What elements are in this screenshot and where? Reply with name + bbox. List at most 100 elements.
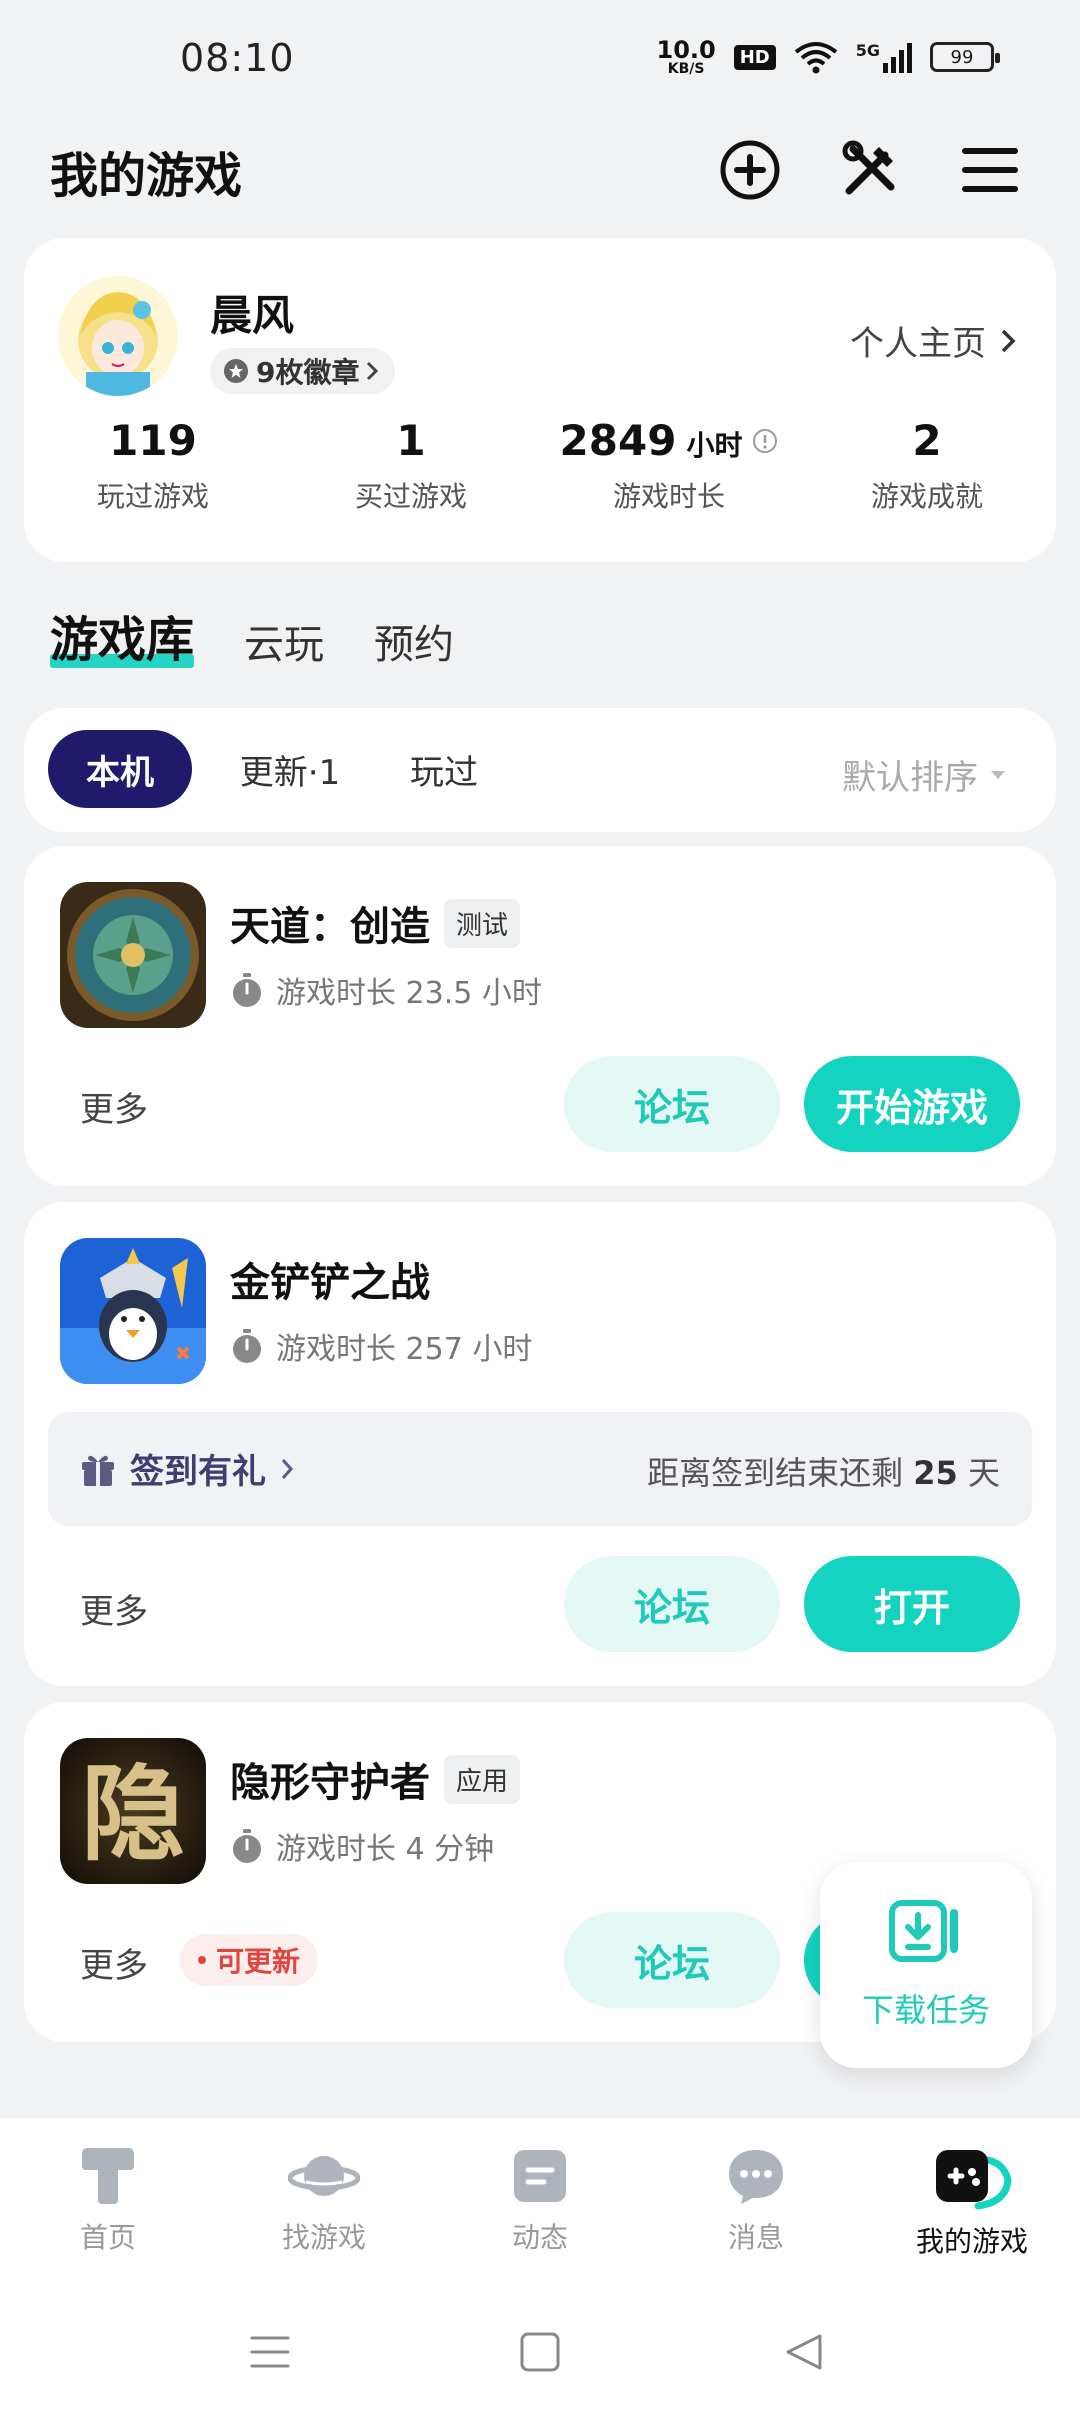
forum-button[interactable]: 论坛 [564, 1556, 780, 1652]
checkin-remain-prefix: 距离签到结束还剩 [647, 1454, 904, 1492]
system-nav-bar [0, 2288, 1080, 2412]
sort-label: 默认排序 [842, 758, 978, 798]
chevron-right-icon [367, 361, 379, 381]
stat-unit: 小时 [686, 429, 743, 462]
stat-played[interactable]: 119 玩过游戏 [24, 416, 282, 515]
net-speed-value: 10.0 [656, 36, 716, 64]
stat-label: 游戏成就 [870, 480, 983, 513]
filter-local[interactable]: 本机 [48, 730, 192, 808]
sort-dropdown[interactable]: 默认排序 [842, 750, 1006, 799]
stat-playtime[interactable]: 2849 小时 游戏时长 [540, 416, 798, 515]
download-tasks-label: 下载任务 [861, 1991, 990, 2029]
stat-label: 游戏时长 [612, 480, 725, 513]
open-game-button[interactable]: 打开 [804, 1556, 1020, 1652]
profile-home-label: 个人主页 [850, 324, 986, 364]
wifi-icon [794, 42, 837, 74]
checkin-remain-days: 25 [913, 1454, 958, 1492]
stat-value: 2 [912, 416, 942, 465]
library-tabs: 游戏库 云玩 预约 [50, 600, 454, 670]
checkin-label: 签到有礼 [130, 1452, 266, 1492]
chat-icon [729, 2150, 783, 2204]
game-icon[interactable]: 隐 [60, 1738, 206, 1884]
checkin-remain-suffix: 天 [967, 1454, 1000, 1492]
signal-icon: 5G [856, 41, 912, 73]
more-button[interactable]: 更多 [80, 1082, 148, 1131]
badges-button[interactable]: 9枚徽章 [210, 348, 396, 394]
stat-achievements[interactable]: 2 游戏成就 [798, 416, 1056, 515]
stat-value: 2849 [559, 416, 677, 465]
menu-button[interactable] [950, 130, 1030, 210]
profile-home-link[interactable]: 个人主页 [850, 316, 1016, 365]
status-icons: 10.0 KB/S HD 5G 99 [656, 36, 1000, 77]
planet-icon [288, 2156, 360, 2196]
game-icon-image: 隐 [60, 1738, 206, 1884]
nav-discover[interactable]: 找游戏 [216, 2118, 432, 2288]
home-icon [82, 2148, 134, 2204]
caret-down-icon [991, 770, 1005, 779]
username: 晨风 [210, 291, 295, 340]
tab-library[interactable]: 游戏库 [50, 600, 195, 670]
battery-level: 99 [950, 46, 974, 68]
stat-value: 1 [396, 416, 426, 465]
update-available-badge[interactable]: 可更新 [180, 1934, 319, 1986]
download-icon [889, 1900, 958, 1962]
checkin-banner[interactable]: 签到有礼 距离签到结束还剩 25 天 [48, 1412, 1032, 1526]
playtime-label: 游戏时长 257 小时 [276, 1332, 533, 1367]
info-icon[interactable] [752, 428, 778, 454]
chevron-right-icon [1001, 329, 1016, 352]
nav-home[interactable]: 首页 [0, 2118, 216, 2288]
stopwatch-icon [233, 1829, 261, 1863]
stat-label: 玩过游戏 [96, 480, 209, 513]
download-tasks-button[interactable]: 下载任务 [820, 1862, 1032, 2068]
gift-icon [82, 1455, 114, 1486]
game-card[interactable]: 天道：创造 测试 游戏时长 23.5 小时 更多 论坛 开始游戏 [24, 846, 1056, 1186]
stat-bought[interactable]: 1 买过游戏 [282, 416, 540, 515]
tools-button[interactable] [830, 130, 910, 210]
badges-label: 9枚徽章 [256, 356, 360, 389]
game-icon-image [60, 882, 206, 1028]
game-icon[interactable] [60, 882, 206, 1028]
plus-circle-icon [720, 140, 780, 200]
back-icon[interactable] [782, 2330, 826, 2374]
game-icon-image [60, 1238, 206, 1384]
forum-button[interactable]: 论坛 [564, 1056, 780, 1152]
forum-button[interactable]: 论坛 [564, 1912, 780, 2008]
filter-bar: 本机 更新·1 玩过 默认排序 [24, 708, 1056, 832]
game-card[interactable]: 金铲铲之战 游戏时长 257 小时 签到有礼 距离签到结束还剩 25 天 更多 … [24, 1202, 1056, 1686]
profile-card: 晨风 9枚徽章 个人主页 119 玩过游戏 1 买过游戏 2849 小时 游戏时… [24, 238, 1056, 562]
filter-updates[interactable]: 更新·1 [220, 730, 360, 808]
status-time: 08:10 [180, 36, 295, 80]
nav-label: 我的游戏 [915, 2225, 1028, 2258]
playtime: 游戏时长 23.5 小时 [230, 968, 542, 1012]
nav-label: 首页 [79, 2221, 136, 2254]
playtime-label: 游戏时长 4 分钟 [276, 1832, 495, 1867]
status-bar: 08:10 10.0 KB/S HD 5G 99 [0, 0, 1080, 120]
screen: 08:10 10.0 KB/S HD 5G 99 我的游戏 晨风 9枚徽章 个人… [0, 0, 1080, 2412]
checkin-link[interactable]: 签到有礼 [80, 1444, 294, 1493]
avatar-image [58, 276, 178, 396]
update-label: 可更新 [216, 1945, 301, 1978]
game-tag: 测试 [444, 898, 521, 948]
recent-apps-icon[interactable] [248, 2330, 292, 2374]
page-title: 我的游戏 [50, 148, 243, 204]
bottom-nav: 首页 找游戏 动态 消息 我的游戏 [0, 2118, 1080, 2288]
hd-icon: HD [733, 44, 776, 70]
tab-reservation[interactable]: 预约 [374, 612, 454, 670]
game-title: 金铲铲之战 [230, 1250, 430, 1308]
game-icon[interactable] [60, 1238, 206, 1384]
playtime: 游戏时长 4 分钟 [230, 1824, 494, 1868]
nav-feed[interactable]: 动态 [432, 2118, 648, 2288]
more-button[interactable]: 更多 [80, 1584, 148, 1633]
start-game-button[interactable]: 开始游戏 [804, 1056, 1020, 1152]
checkin-remaining: 距离签到结束还剩 25 天 [647, 1448, 1000, 1494]
nav-messages[interactable]: 消息 [648, 2118, 864, 2288]
avatar[interactable] [58, 276, 178, 396]
nav-my-games[interactable]: 我的游戏 [864, 2118, 1080, 2288]
stopwatch-icon [233, 1329, 261, 1363]
net-speed-unit: KB/S [667, 61, 705, 77]
home-button-icon[interactable] [518, 2330, 562, 2374]
tab-cloud[interactable]: 云玩 [244, 612, 324, 670]
filter-played[interactable]: 玩过 [384, 730, 504, 808]
more-button[interactable]: 更多 [80, 1938, 148, 1987]
add-game-button[interactable] [710, 130, 790, 210]
